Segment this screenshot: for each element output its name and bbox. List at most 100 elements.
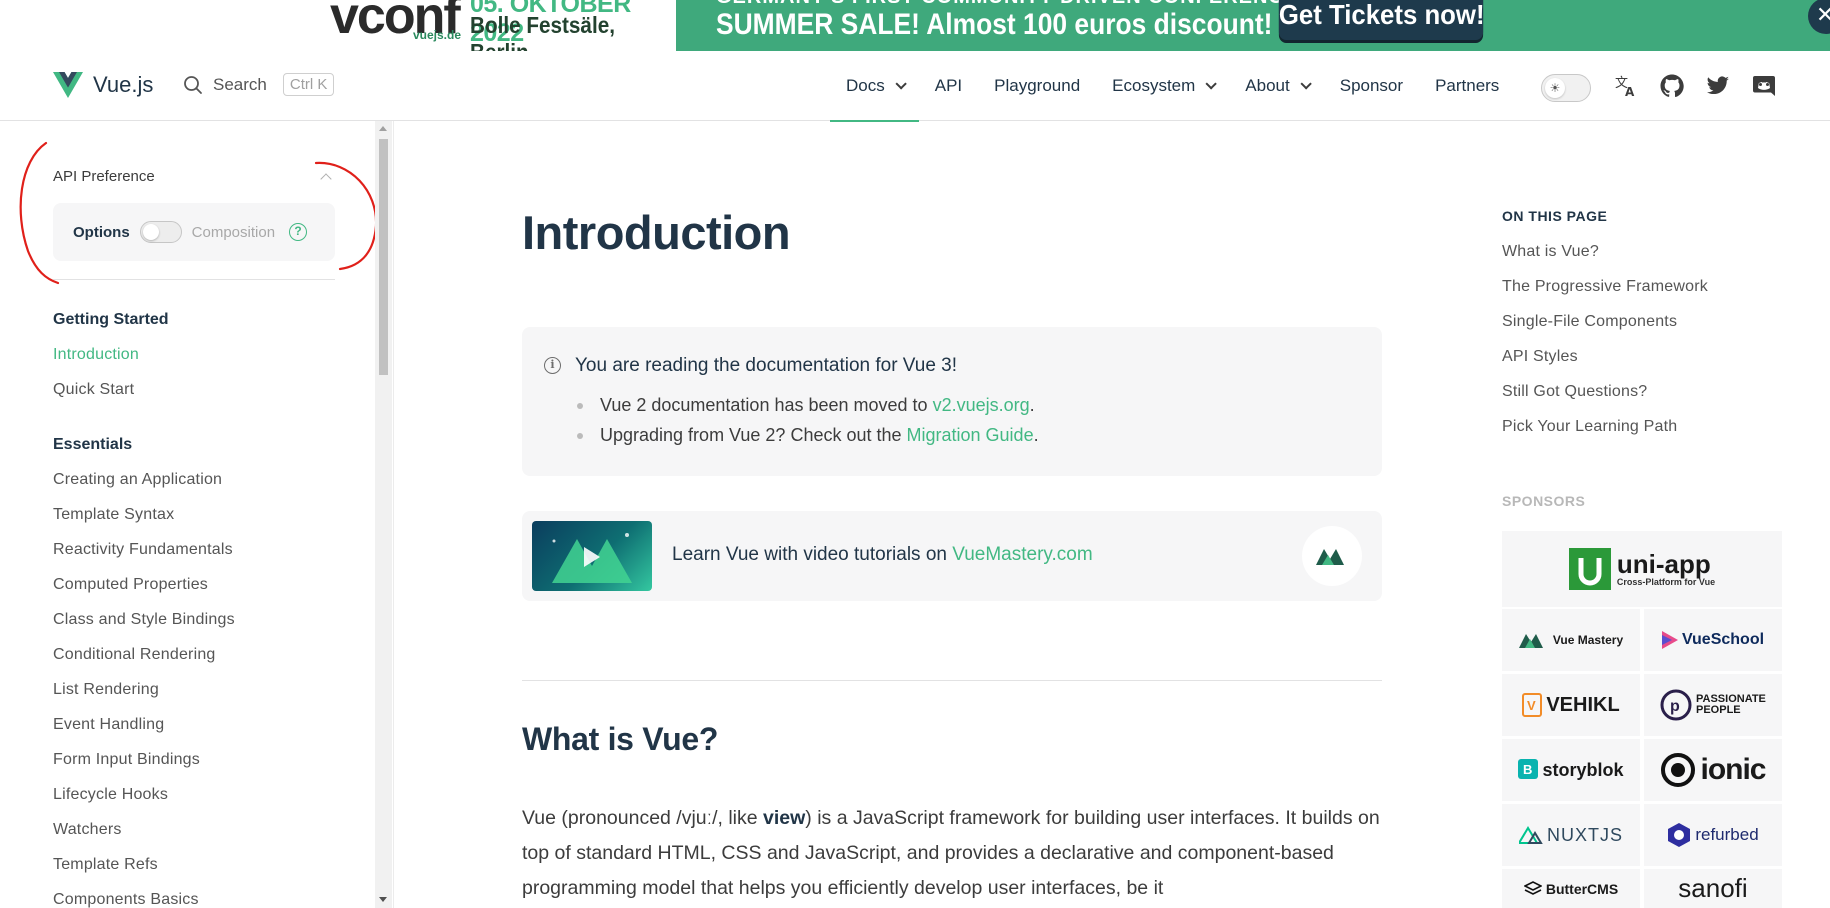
sponsor-buttercms[interactable]: ButterCMS: [1502, 869, 1640, 908]
nav-partners-label: Partners: [1435, 76, 1500, 95]
info-title: You are reading the documentation for Vu…: [575, 355, 958, 376]
api-style-switch[interactable]: [139, 221, 182, 243]
nav-sponsor[interactable]: Sponsor: [1324, 51, 1419, 121]
migration-guide-link[interactable]: Migration Guide: [907, 425, 1034, 445]
nav-api[interactable]: API: [919, 51, 978, 121]
theme-toggle[interactable]: ☀: [1541, 74, 1591, 102]
ionic-icon: [1661, 753, 1696, 787]
sidebar-item-computed-properties[interactable]: Computed Properties: [53, 576, 208, 594]
sidebar-item-creating-an-application[interactable]: Creating an Application: [53, 471, 222, 489]
on-this-page-title: ON THIS PAGE: [1502, 208, 1608, 224]
sponsor-vehikl[interactable]: V VEHIKL: [1502, 674, 1640, 736]
vconf-logo-sub: vuejs.de: [413, 28, 462, 42]
banner-venue: Bolle Festsäle, Berlin: [470, 12, 615, 51]
chevron-up-icon[interactable]: [320, 173, 332, 185]
info-line2-text: Upgrading from Vue 2? Check out the: [600, 425, 907, 445]
scroll-up-arrow-icon[interactable]: [379, 126, 387, 131]
video-text-prefix: Learn Vue with video tutorials on: [672, 544, 953, 565]
sidebar-item-watchers[interactable]: Watchers: [53, 821, 122, 839]
sponsor-nuxtjs[interactable]: NUXTJS: [1502, 804, 1640, 866]
what-is-vue-heading: What is Vue?: [522, 721, 719, 757]
page-title: Introduction: [522, 206, 791, 259]
toc-item-api-styles[interactable]: API Styles: [1502, 348, 1578, 366]
toc-item-what-is-vue[interactable]: What is Vue?: [1502, 243, 1599, 261]
sidebar-item-class-and-style-bindings[interactable]: Class and Style Bindings: [53, 611, 235, 629]
v2-docs-link[interactable]: v2.vuejs.org: [933, 395, 1030, 415]
sidebar-item-event-handling[interactable]: Event Handling: [53, 716, 164, 734]
composition-label[interactable]: Composition: [192, 224, 275, 241]
logo-text: Vue.js: [93, 72, 154, 97]
sponsor-sanofi[interactable]: sanofi: [1644, 869, 1782, 908]
sponsor-uni-app[interactable]: uni-app Cross-Platform for Vue: [1502, 531, 1782, 607]
sponsor-vueschool[interactable]: VueSchool: [1644, 609, 1782, 671]
nav-ecosystem[interactable]: Ecosystem: [1096, 51, 1229, 121]
sidebar-item-template-refs[interactable]: Template Refs: [53, 856, 158, 874]
vuemastery-link[interactable]: VueMastery.com: [952, 544, 1092, 565]
info-line1-end: .: [1029, 395, 1035, 415]
toc-item-progressive-framework[interactable]: The Progressive Framework: [1502, 278, 1708, 296]
vue-mastery-logo-icon: [1302, 526, 1362, 586]
navbar: Vue.js Search Ctrl K Docs API Playground…: [0, 51, 1830, 122]
nav-about[interactable]: About: [1229, 51, 1323, 121]
help-icon[interactable]: ?: [289, 223, 308, 241]
sidebar-item-list-rendering[interactable]: List Rendering: [53, 681, 159, 699]
nav-docs-label: Docs: [846, 76, 885, 95]
buttercms-icon: [1523, 881, 1542, 895]
sidebar-scrollbar[interactable]: [375, 121, 392, 908]
scroll-down-arrow-icon[interactable]: [379, 897, 387, 902]
sponsor-passionate-people[interactable]: p PASSIONATE PEOPLE: [1644, 674, 1782, 736]
intro-paragraph: Vue (pronounced /vjuː/, like view) is a …: [522, 801, 1382, 906]
sidebar-item-template-syntax[interactable]: Template Syntax: [53, 506, 174, 524]
storyblok-icon: B: [1518, 759, 1539, 779]
toc-item-single-file-components[interactable]: Single-File Components: [1502, 313, 1677, 331]
sidebar-item-reactivity-fundamentals[interactable]: Reactivity Fundamentals: [53, 541, 233, 559]
sidebar-item-form-input-bindings[interactable]: Form Input Bindings: [53, 751, 200, 769]
nav-playground[interactable]: Playground: [978, 51, 1096, 121]
banner-left-panel: vconf vuejs.de 05. OKTOBER 2022 Bolle Fe…: [330, 0, 676, 51]
search-icon: [184, 75, 202, 94]
uni-app-name: uni-app: [1616, 549, 1711, 579]
sidebar-item-introduction[interactable]: Introduction: [53, 346, 139, 364]
info-list: Vue 2 documentation has been moved to v2…: [575, 395, 1039, 455]
scrollbar-thumb[interactable]: [379, 139, 388, 375]
nav-playground-label: Playground: [994, 76, 1081, 95]
options-label[interactable]: Options: [73, 224, 130, 241]
search-button[interactable]: Search Ctrl K: [183, 73, 335, 96]
chevron-down-icon: [1205, 78, 1218, 90]
toc-item-pick-learning-path[interactable]: Pick Your Learning Path: [1502, 418, 1677, 436]
nav-partners[interactable]: Partners: [1419, 51, 1515, 121]
sponsor-ionic[interactable]: ionic: [1644, 739, 1782, 801]
divider: [522, 680, 1382, 681]
sidebar-item-conditional-rendering[interactable]: Conditional Rendering: [53, 646, 216, 664]
discord-icon[interactable]: [1751, 73, 1777, 99]
chevron-down-icon: [1300, 78, 1312, 90]
get-tickets-button[interactable]: Get Tickets now!: [1278, 0, 1485, 40]
sponsor-refurbed[interactable]: refurbed: [1644, 804, 1782, 866]
sponsor-name: PASSIONATE PEOPLE: [1696, 693, 1766, 716]
sponsor-storyblok[interactable]: B storyblok: [1502, 739, 1640, 801]
twitter-icon[interactable]: [1705, 73, 1731, 99]
toc-item-still-got-questions[interactable]: Still Got Questions?: [1502, 383, 1647, 401]
sidebar-item-components-basics[interactable]: Components Basics: [53, 891, 199, 908]
sidebar-item-quick-start[interactable]: Quick Start: [53, 381, 134, 399]
conference-banner[interactable]: vconf vuejs.de 05. OKTOBER 2022 Bolle Fe…: [0, 0, 1830, 51]
video-thumbnail[interactable]: [532, 521, 652, 591]
sidebar-item-lifecycle-hooks[interactable]: Lifecycle Hooks: [53, 786, 168, 804]
para-bold: view: [763, 807, 806, 829]
sponsors-title: SPONSORS: [1502, 493, 1586, 509]
sidebar-section-essentials: Essentials: [53, 436, 133, 453]
translate-icon[interactable]: 文A: [1613, 73, 1639, 99]
vue-mastery-banner[interactable]: Learn Vue with video tutorials on VueMas…: [522, 511, 1382, 601]
vue-logo-link[interactable]: Vue.js: [53, 72, 153, 98]
svg-text:V: V: [1527, 698, 1536, 713]
nuxtjs-icon: [1518, 826, 1543, 844]
vue-mastery-icon: [1518, 634, 1543, 648]
vehikl-icon: V: [1522, 693, 1543, 717]
sponsor-name: VueSchool: [1681, 631, 1765, 648]
sponsor-vue-mastery[interactable]: Vue Mastery: [1502, 609, 1640, 671]
github-icon[interactable]: [1659, 73, 1685, 99]
divider: [53, 279, 335, 280]
para-text-1: Vue (pronounced /vjuː/, like: [522, 807, 763, 829]
nav-docs[interactable]: Docs: [830, 51, 919, 122]
sun-icon: ☀: [1545, 78, 1565, 98]
